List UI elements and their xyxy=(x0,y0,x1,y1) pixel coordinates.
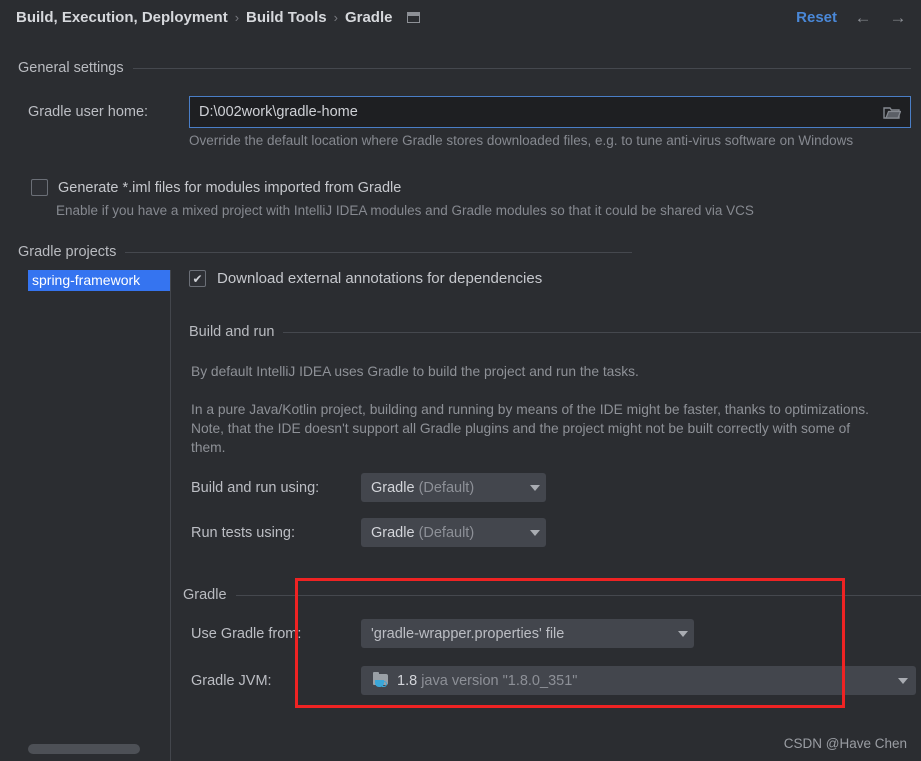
back-arrow-icon[interactable]: ← xyxy=(854,9,872,26)
breadcrumb: Build, Execution, Deployment › Build Too… xyxy=(16,9,421,26)
chevron-down-icon[interactable] xyxy=(530,529,540,536)
run-tests-using-row: Run tests using: Gradle (Default) xyxy=(182,518,921,547)
build-run-using-label: Build and run using: xyxy=(191,479,320,496)
jdk-icon xyxy=(373,672,390,688)
generate-iml-row[interactable]: Generate *.iml files for modules importe… xyxy=(31,179,401,196)
gradle-jvm-row: Gradle JVM: 1.8 java version "1.8.0_351" xyxy=(182,666,921,695)
folder-icon[interactable] xyxy=(874,97,910,127)
run-tests-using-default-tag: (Default) xyxy=(418,524,475,541)
chevron-down-icon[interactable] xyxy=(678,630,688,637)
build-and-run-paragraph-1: By default IntelliJ IDEA uses Gradle to … xyxy=(191,364,639,379)
general-settings-section-header: General settings xyxy=(18,60,911,76)
generate-iml-checkbox[interactable] xyxy=(31,179,48,196)
gradle-user-home-input[interactable]: D:\002work\gradle-home xyxy=(190,104,874,120)
gradle-jvm-version: 1.8 xyxy=(397,672,418,689)
gradle-projects-section-header: Gradle projects xyxy=(18,244,632,260)
build-run-using-value: Gradle xyxy=(371,479,415,496)
reset-button[interactable]: Reset xyxy=(796,9,837,26)
build-and-run-paragraph-2: In a pure Java/Kotlin project, building … xyxy=(191,402,869,455)
gradle-user-home-hint: Override the default location where Grad… xyxy=(189,133,854,148)
breadcrumb-item-build-execution-deployment[interactable]: Build, Execution, Deployment xyxy=(16,9,228,26)
watermark: CSDN @Have Chen xyxy=(783,736,907,751)
gradle-jvm-label: Gradle JVM: xyxy=(191,672,272,689)
section-divider xyxy=(132,67,911,69)
build-and-run-title: Build and run xyxy=(189,324,275,340)
section-divider xyxy=(283,331,921,333)
download-annotations-label: Download external annotations for depend… xyxy=(217,270,543,287)
breadcrumb-item-build-tools[interactable]: Build Tools xyxy=(246,9,327,26)
gradle-section-header: Gradle xyxy=(182,587,921,603)
section-divider xyxy=(125,251,632,253)
run-tests-using-value: Gradle xyxy=(371,524,415,541)
run-tests-using-dropdown[interactable]: Gradle (Default) xyxy=(361,518,546,547)
gradle-settings-pane: Download external annotations for depend… xyxy=(182,270,921,695)
chevron-down-icon[interactable] xyxy=(898,677,908,684)
use-gradle-from-row: Use Gradle from: 'gradle-wrapper.propert… xyxy=(182,619,921,648)
breadcrumb-item-gradle[interactable]: Gradle xyxy=(345,9,393,26)
settings-header: Build, Execution, Deployment › Build Too… xyxy=(0,0,921,34)
build-run-using-default-tag: (Default) xyxy=(418,479,475,496)
section-divider xyxy=(235,594,921,596)
build-and-run-section-header: Build and run xyxy=(182,324,921,340)
gradle-user-home-label: Gradle user home: xyxy=(28,104,149,120)
gradle-projects-title: Gradle projects xyxy=(18,244,117,260)
run-tests-using-label: Run tests using: xyxy=(191,524,295,541)
download-annotations-checkbox[interactable] xyxy=(189,270,206,287)
general-settings-title: General settings xyxy=(18,60,124,76)
header-actions: Reset ← → xyxy=(796,0,907,34)
gradle-jvm-dropdown[interactable]: 1.8 java version "1.8.0_351" xyxy=(361,666,916,695)
panel-toggle-icon[interactable] xyxy=(407,12,421,23)
gradle-jvm-description: java version "1.8.0_351" xyxy=(421,672,578,689)
download-annotations-row[interactable]: Download external annotations for depend… xyxy=(182,270,921,287)
gradle-section-title: Gradle xyxy=(183,587,227,603)
use-gradle-from-value: 'gradle-wrapper.properties' file xyxy=(371,625,565,642)
build-run-using-row: Build and run using: Gradle (Default) xyxy=(182,473,921,502)
gradle-projects-tree[interactable]: spring-framework xyxy=(28,270,171,761)
breadcrumb-separator: › xyxy=(234,9,240,25)
tree-item-spring-framework[interactable]: spring-framework xyxy=(28,270,170,291)
forward-arrow-icon[interactable]: → xyxy=(889,9,907,26)
tree-horizontal-scrollbar[interactable] xyxy=(28,744,140,754)
breadcrumb-separator: › xyxy=(333,9,338,25)
generate-iml-hint: Enable if you have a mixed project with … xyxy=(56,203,754,218)
build-run-using-dropdown[interactable]: Gradle (Default) xyxy=(361,473,546,502)
use-gradle-from-dropdown[interactable]: 'gradle-wrapper.properties' file xyxy=(361,619,694,648)
use-gradle-from-label: Use Gradle from: xyxy=(191,625,302,642)
chevron-down-icon[interactable] xyxy=(530,484,540,491)
gradle-user-home-field[interactable]: D:\002work\gradle-home xyxy=(189,96,911,128)
generate-iml-label: Generate *.iml files for modules importe… xyxy=(58,179,402,196)
